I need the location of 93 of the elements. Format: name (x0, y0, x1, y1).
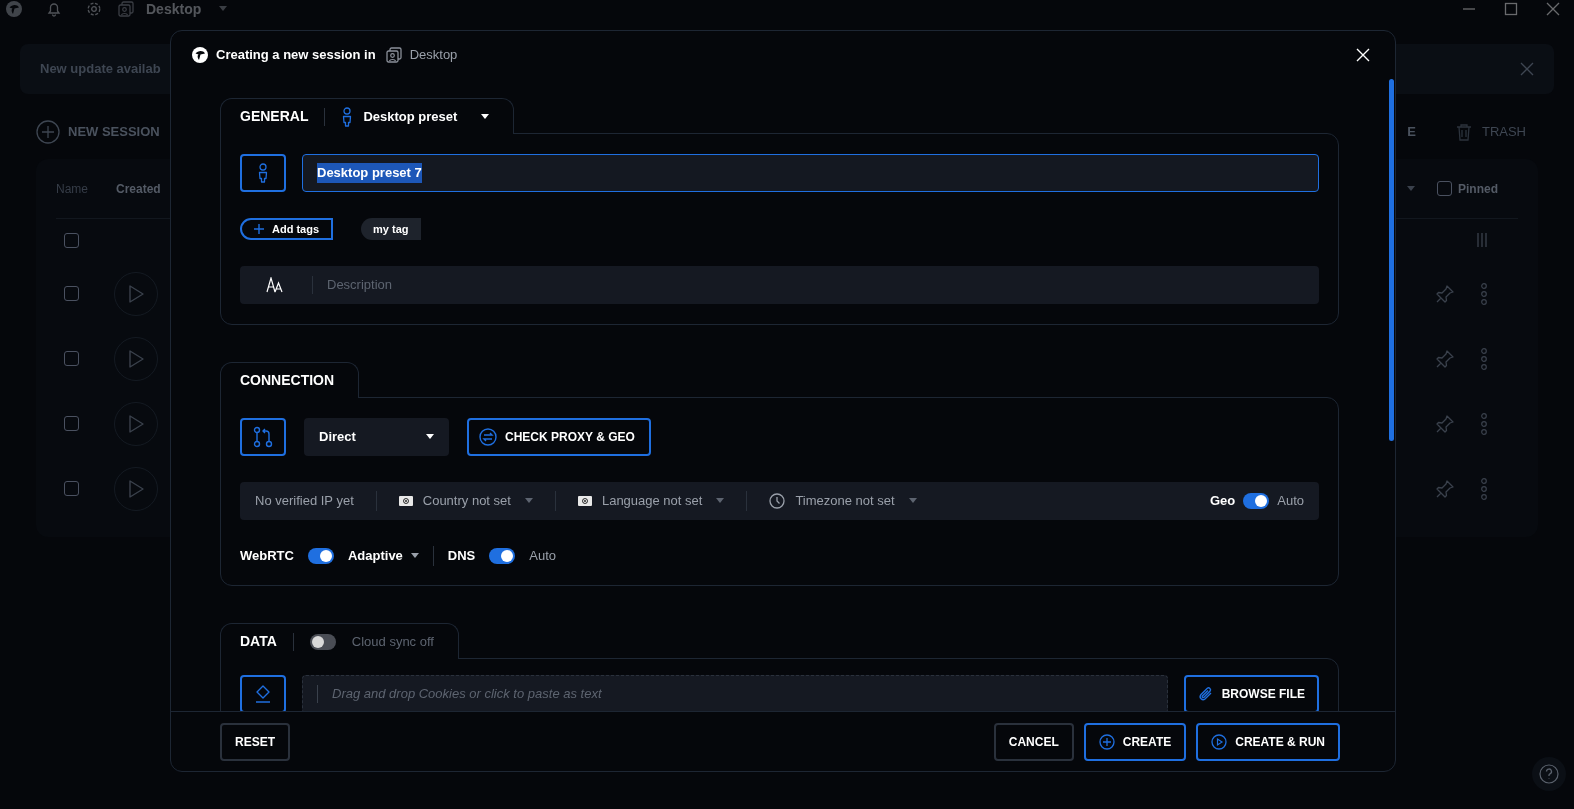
swap-icon (479, 428, 497, 446)
logo-icon (6, 1, 22, 17)
avatar-button[interactable] (240, 154, 286, 192)
logo-icon (192, 47, 208, 63)
pin-icon (1436, 349, 1454, 368)
modal-title: Creating a new session in (216, 46, 376, 65)
cookies-placeholder: Drag and drop Cookies or click to paste as text (332, 685, 602, 704)
name-field[interactable]: Desktop preset 7 (302, 154, 1319, 192)
flag-icon (398, 496, 413, 506)
webrtc-mode-dropdown[interactable]: Adaptive (347, 546, 419, 566)
cookies-clear-button[interactable] (240, 675, 286, 711)
caret-icon (716, 498, 725, 504)
checkbox[interactable] (64, 416, 79, 431)
pin-icon (1436, 414, 1454, 433)
columns-icon (1476, 232, 1488, 248)
play-icon (128, 348, 144, 369)
play-icon (128, 478, 144, 499)
geo-mode: Auto (1277, 492, 1304, 511)
scrollbar[interactable] (1389, 79, 1394, 441)
caret-icon (219, 6, 228, 12)
toggle-switch[interactable] (489, 548, 516, 564)
play-circle-icon (1211, 733, 1228, 750)
section-title: CONNECTION (240, 371, 335, 390)
close-icon (1520, 62, 1534, 76)
dns-label: DNS (447, 547, 476, 566)
preset-dropdown[interactable]: Desktop preset (341, 106, 490, 127)
flag-icon (577, 496, 592, 506)
checkbox[interactable] (64, 351, 79, 366)
trash-icon (1455, 123, 1472, 141)
pinned-label: Pinned (1458, 180, 1498, 198)
toggle-switch[interactable] (1243, 493, 1270, 509)
update-text: New update availab (40, 60, 161, 79)
settings-icon (86, 1, 102, 17)
proxy-type-dropdown[interactable]: Direct (304, 418, 449, 456)
description-field[interactable]: Description (240, 266, 1319, 304)
close-button[interactable] (1355, 47, 1371, 63)
pin-icon (1436, 479, 1454, 498)
connection-type-button[interactable] (240, 418, 286, 456)
country-dropdown[interactable]: Country not set (398, 491, 533, 511)
eraser-icon (253, 684, 273, 704)
dns-mode: Auto (529, 547, 557, 566)
more-icon (1480, 477, 1488, 500)
cloud-sync-label: Cloud sync off (351, 632, 434, 651)
checkbox[interactable] (1437, 181, 1452, 196)
person-icon (257, 163, 269, 183)
play-icon (128, 413, 144, 434)
person-icon (341, 106, 354, 127)
timezone-dropdown[interactable]: Timezone not set (769, 491, 917, 511)
close-icon (1546, 2, 1560, 16)
add-tags-button[interactable]: Add tags (240, 218, 334, 240)
pin-icon (1436, 284, 1454, 303)
paperclip-icon (1197, 685, 1214, 703)
more-icon (1480, 347, 1488, 370)
browse-file-button[interactable]: BROWSE FILE (1183, 675, 1319, 711)
monitor-user-icon (385, 47, 402, 63)
toggle-switch[interactable] (309, 633, 336, 650)
caret-icon (481, 113, 490, 120)
description-input[interactable]: Description (313, 275, 1319, 295)
plus-circle-icon (36, 120, 60, 144)
plus-circle-icon (1098, 733, 1115, 750)
tag-chip[interactable]: my tag (361, 218, 421, 240)
reset-button[interactable]: RESET (220, 722, 290, 761)
cancel-button[interactable]: CANCEL (993, 722, 1074, 761)
ip-status: No verified IP yet (255, 492, 354, 511)
help-icon (1539, 764, 1559, 784)
caret-icon (1407, 185, 1415, 192)
close-icon (1356, 48, 1370, 62)
more-icon (1480, 412, 1488, 435)
section-title: DATA (240, 632, 277, 651)
check-proxy-button[interactable]: CHECK PROXY & GEO (467, 418, 651, 456)
maximize-icon (1504, 2, 1518, 16)
webrtc-label: WebRTC (240, 547, 294, 566)
play-icon (128, 283, 144, 304)
more-icon (1480, 282, 1488, 305)
plus-icon (254, 224, 264, 234)
folder-name: Desktop (409, 46, 458, 65)
bell-icon (46, 1, 62, 17)
monitor-user-icon (118, 1, 134, 17)
checkbox[interactable] (64, 481, 79, 496)
language-dropdown[interactable]: Language not set (577, 491, 725, 511)
caret-icon (426, 434, 434, 440)
toggle-switch[interactable] (307, 548, 334, 564)
branch-icon (253, 426, 273, 448)
create-run-button[interactable]: CREATE & RUN (1196, 722, 1340, 761)
caret-icon (908, 498, 917, 504)
checkbox[interactable] (64, 232, 79, 248)
section-title: GENERAL (240, 107, 309, 126)
caret-icon (410, 553, 419, 559)
caret-icon (524, 498, 533, 504)
checkbox[interactable] (64, 286, 79, 301)
create-button[interactable]: CREATE (1083, 722, 1187, 761)
clock-icon (769, 493, 786, 509)
geo-label: Geo (1209, 492, 1236, 511)
